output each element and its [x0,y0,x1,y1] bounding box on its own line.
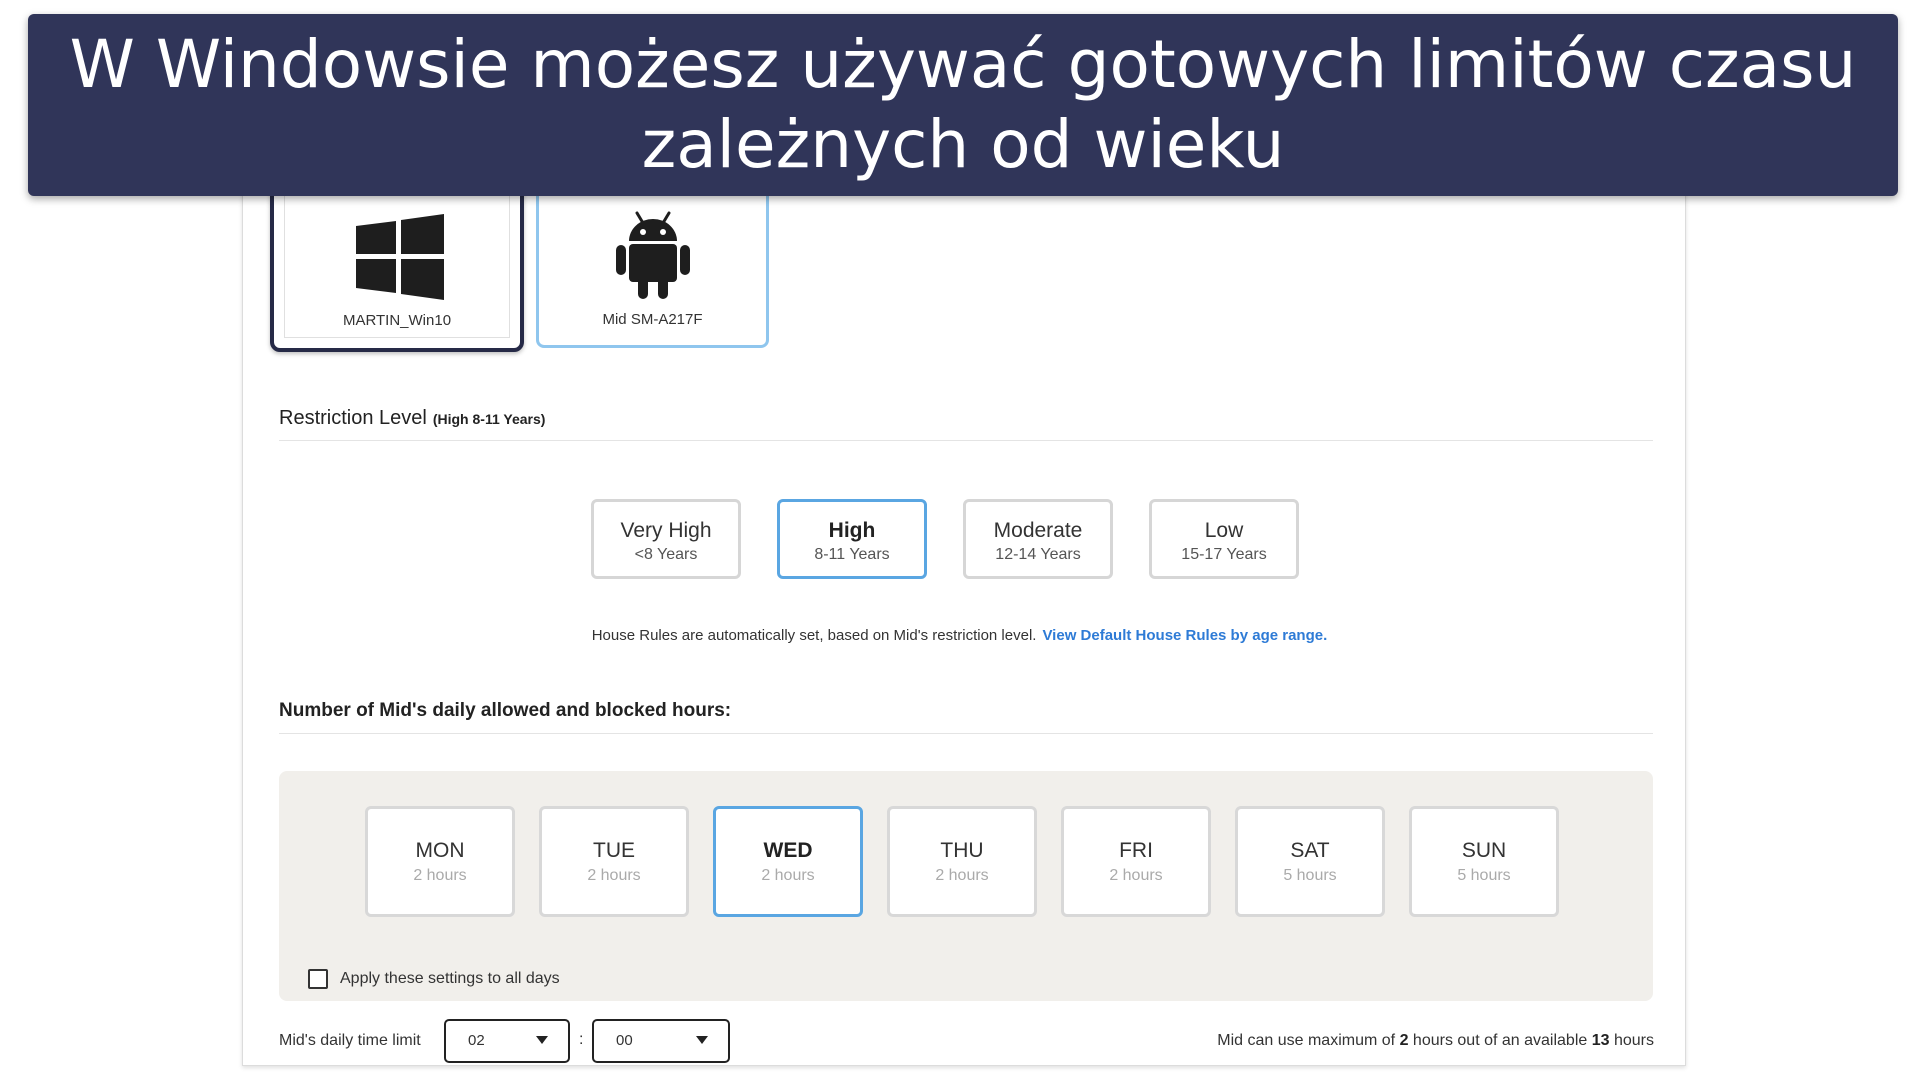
day-hours: 2 hours [1109,867,1163,884]
restriction-level-heading: Restriction Level (High 8-11 Years) [279,407,545,430]
device-name: Mid SM-A217F [602,311,703,328]
summary-mid: hours out of an available [1412,1032,1588,1049]
level-very-high-button[interactable]: Very High <8 Years [591,499,741,579]
day-hours: 2 hours [761,867,815,884]
level-name: Moderate [993,519,1083,542]
apply-all-days-checkbox[interactable] [308,969,328,989]
day-name: WED [763,839,813,862]
level-name: High [828,519,876,542]
windows-icon [356,214,444,300]
day-name: TUE [593,839,635,862]
divider [279,733,1653,734]
daily-hours-heading: Number of Mid's daily allowed and blocke… [279,700,732,721]
android-icon [616,211,690,299]
day-tue-button[interactable]: TUE 2 hours [539,806,689,917]
divider [279,440,1653,441]
hours-select[interactable]: 02 [444,1019,570,1063]
daily-time-limit-label: Mid's daily time limit [279,1032,421,1049]
apply-all-days-option[interactable]: Apply these settings to all days [308,969,560,989]
restriction-level-title: Restriction Level [279,407,427,429]
device-name: MARTIN_Win10 [342,312,452,329]
day-name: MON [415,839,465,862]
level-moderate-button[interactable]: Moderate 12-14 Years [963,499,1113,579]
level-high-button[interactable]: High 8-11 Years [777,499,927,579]
day-sat-button[interactable]: SAT 5 hours [1235,806,1385,917]
restriction-level-subtitle: (High 8-11 Years) [432,411,546,427]
day-hours: 5 hours [1283,867,1337,884]
day-hours: 2 hours [413,867,467,884]
house-rules-text: House Rules are automatically set, based… [591,627,1037,644]
summary-hours: 2 [1399,1032,1409,1049]
level-range: 8-11 Years [814,546,890,563]
house-rules-note: House Rules are automatically set, based… [0,627,1919,644]
day-name: THU [940,839,984,862]
chevron-down-icon [536,1036,548,1044]
day-hours: 5 hours [1457,867,1511,884]
banner-line-2: zależnych od wieku [641,106,1285,183]
day-thu-button[interactable]: THU 2 hours [887,806,1037,917]
hours-select-value: 02 [468,1032,485,1049]
day-name: SUN [1461,839,1507,862]
level-range: <8 Years [634,546,698,563]
level-range: 12-14 Years [995,546,1081,563]
apply-all-days-label: Apply these settings to all days [340,970,560,987]
time-separator: : [579,1031,584,1048]
summary-suffix: hours [1613,1032,1654,1049]
day-name: FRI [1119,839,1153,862]
day-name: SAT [1290,839,1330,862]
summary-prefix: Mid can use maximum of [1217,1032,1396,1049]
day-mon-button[interactable]: MON 2 hours [365,806,515,917]
day-hours: 2 hours [935,867,989,884]
minutes-select-value: 00 [616,1032,633,1049]
day-fri-button[interactable]: FRI 2 hours [1061,806,1211,917]
level-range: 15-17 Years [1181,546,1267,563]
banner-line-1: W Windowsie możesz używać gotowych limit… [69,26,1857,103]
default-house-rules-link[interactable]: View Default House Rules by age range. [1042,627,1327,644]
level-name: Very High [620,519,712,542]
day-hours: 2 hours [587,867,641,884]
minutes-select[interactable]: 00 [592,1019,730,1063]
chevron-down-icon [696,1036,708,1044]
caption-banner: W Windowsie możesz używać gotowych limit… [28,14,1898,196]
level-name: Low [1204,519,1244,542]
day-sun-button[interactable]: SUN 5 hours [1409,806,1559,917]
day-wed-button[interactable]: WED 2 hours [713,806,863,917]
level-low-button[interactable]: Low 15-17 Years [1149,499,1299,579]
time-limit-summary: Mid can use maximum of 2 hours out of an… [1217,1032,1654,1050]
summary-available: 13 [1591,1032,1610,1049]
